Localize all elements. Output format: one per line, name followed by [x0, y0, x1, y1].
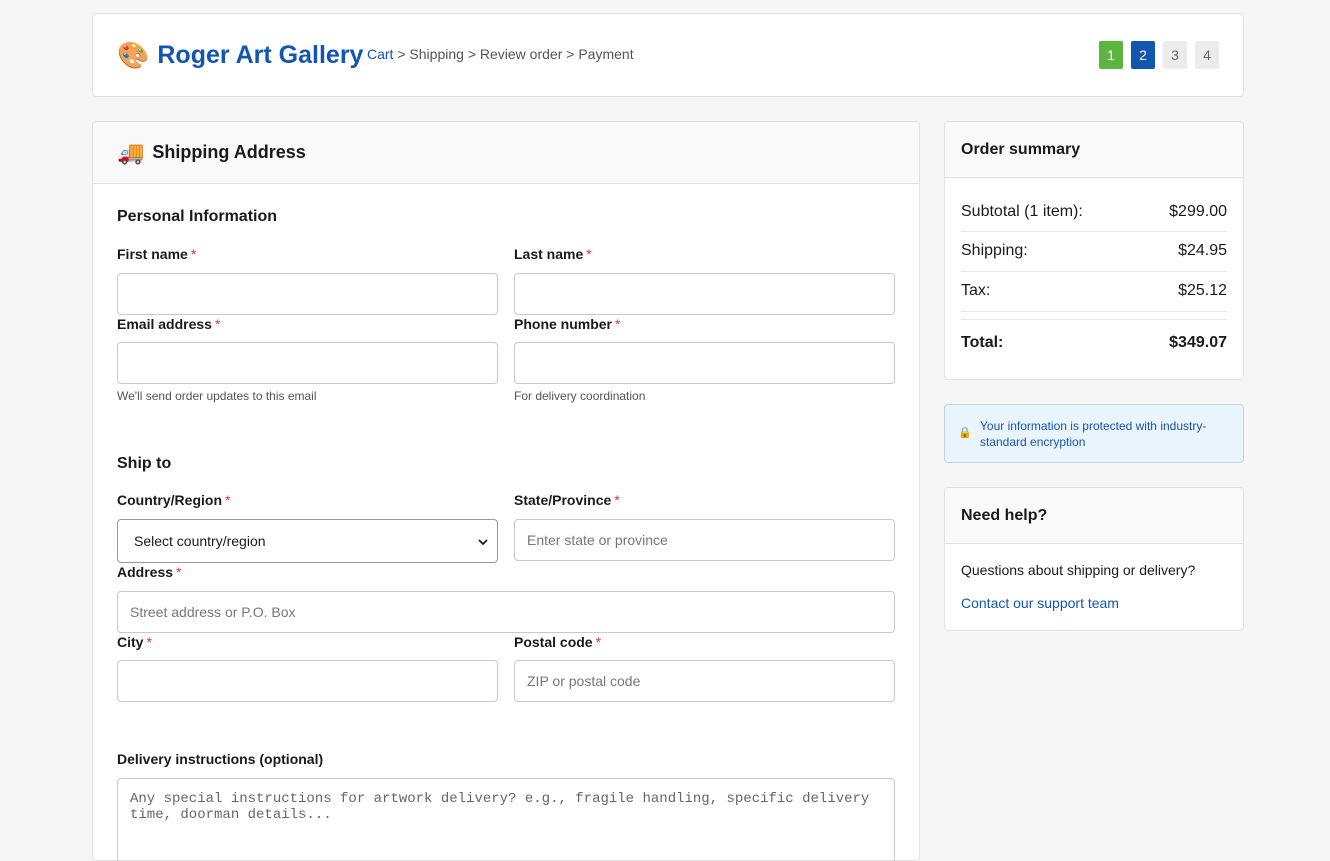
- tax-value: $25.12: [1178, 282, 1227, 299]
- delivery-instructions-label: Delivery instructions (optional): [117, 751, 324, 767]
- subtotal-label: Subtotal (1 item):: [961, 203, 1083, 220]
- phone-input[interactable]: [514, 342, 895, 384]
- country-label: Country/Region *: [117, 492, 230, 508]
- shipping-row: Shipping: $24.95: [961, 242, 1227, 260]
- site-header: 🎨 Roger Art Gallery Cart > Shipping > Re…: [92, 13, 1244, 97]
- total-label: Total:: [961, 334, 1004, 351]
- personal-info-title: Personal Information: [117, 208, 278, 225]
- country-label-text: Country/Region: [117, 492, 222, 508]
- required-marker: *: [176, 564, 182, 580]
- shipping-value: $24.95: [1178, 242, 1227, 259]
- email-hint: We'll send order updates to this email: [117, 389, 317, 403]
- breadcrumb: Cart > Shipping > Review order > Payment: [367, 46, 634, 62]
- step-4: 4: [1195, 41, 1219, 69]
- total-row: Total: $349.07: [961, 334, 1227, 352]
- postal-label: Postal code *: [514, 634, 601, 650]
- ship-to-title: Ship to: [117, 455, 172, 472]
- subtotal-value: $299.00: [1169, 203, 1227, 220]
- card-title: Shipping Address: [152, 142, 306, 162]
- required-marker: *: [225, 492, 231, 508]
- step-1[interactable]: 1: [1099, 41, 1123, 69]
- required-marker: *: [614, 492, 620, 508]
- breadcrumb-shipping: Shipping: [409, 46, 464, 62]
- divider: [961, 271, 1227, 272]
- first-name-label: First name *: [117, 246, 196, 262]
- state-input[interactable]: [514, 519, 895, 561]
- last-name-label-text: Last name: [514, 246, 584, 262]
- address-label-text: Address: [117, 564, 174, 580]
- required-marker: *: [190, 246, 197, 262]
- country-select[interactable]: Select country/region: [117, 519, 498, 563]
- city-label: City *: [117, 634, 152, 650]
- chevron-down-icon: [477, 535, 489, 547]
- lock-icon: 🔒: [958, 427, 972, 439]
- country-select-value: Select country/region: [134, 533, 266, 549]
- breadcrumb-review: Review order: [479, 46, 563, 62]
- truck-icon: 🚚: [117, 139, 145, 165]
- total-value: $349.07: [1169, 334, 1227, 351]
- postal-code-input[interactable]: [514, 660, 895, 702]
- tax-row: Tax: $25.12: [961, 282, 1227, 300]
- required-marker: *: [595, 634, 602, 650]
- card-header: 🚚 Shipping Address: [93, 122, 919, 184]
- palette-icon: 🎨: [117, 40, 150, 70]
- first-name-label-text: First name: [117, 246, 188, 262]
- breadcrumb-payment: Payment: [578, 46, 634, 62]
- divider: [961, 231, 1227, 232]
- first-name-input[interactable]: [117, 273, 498, 315]
- step-3: 3: [1163, 41, 1187, 69]
- breadcrumb-cart-link[interactable]: Cart: [367, 46, 393, 62]
- shipping-label: Shipping:: [961, 242, 1028, 259]
- shipping-address-card: 🚚 Shipping Address Personal Information …: [92, 121, 920, 861]
- phone-label-text: Phone number: [514, 316, 613, 332]
- step-2: 2: [1131, 41, 1155, 69]
- state-label-text: State/Province: [514, 492, 612, 508]
- email-label-text: Email address: [117, 316, 212, 332]
- breadcrumb-separator: >: [566, 46, 575, 62]
- required-marker: *: [615, 316, 621, 332]
- breadcrumb-separator: >: [397, 46, 406, 62]
- help-title: Need help?: [945, 488, 1243, 544]
- subtotal-row: Subtotal (1 item): $299.00: [961, 203, 1227, 221]
- email-input[interactable]: [117, 342, 498, 384]
- phone-hint: For delivery coordination: [514, 389, 646, 403]
- order-summary-title: Order summary: [945, 122, 1243, 178]
- tax-label: Tax:: [961, 282, 991, 299]
- address-input[interactable]: [117, 591, 895, 633]
- divider: [961, 311, 1227, 312]
- last-name-label: Last name *: [514, 246, 592, 262]
- city-label-text: City: [117, 634, 144, 650]
- help-question: Questions about shipping or delivery?: [961, 562, 1196, 578]
- brand[interactable]: 🎨 Roger Art Gallery: [117, 40, 363, 70]
- security-notice-text: Your information is protected with indus…: [980, 419, 1207, 449]
- help-panel: Need help? Questions about shipping or d…: [944, 487, 1244, 631]
- postal-label-text: Postal code: [514, 634, 593, 650]
- required-marker: *: [586, 246, 592, 262]
- breadcrumb-separator: >: [467, 46, 476, 62]
- email-label: Email address *: [117, 316, 220, 332]
- state-label: State/Province *: [514, 492, 620, 508]
- city-input[interactable]: [117, 660, 498, 702]
- phone-label: Phone number *: [514, 316, 620, 332]
- contact-support-link[interactable]: Contact our support team: [961, 595, 1119, 611]
- order-summary: Order summary Subtotal (1 item): $299.00…: [944, 121, 1244, 380]
- address-label: Address *: [117, 564, 181, 580]
- security-notice: 🔒 Your information is protected with ind…: [944, 404, 1244, 463]
- last-name-input[interactable]: [514, 273, 895, 315]
- brand-title[interactable]: Roger Art Gallery: [157, 40, 363, 70]
- required-marker: *: [146, 634, 152, 650]
- delivery-instructions-textarea[interactable]: [117, 778, 895, 860]
- checkout-steps: 1 2 3 4: [1099, 41, 1219, 69]
- required-marker: *: [214, 316, 221, 332]
- divider: [961, 319, 1227, 320]
